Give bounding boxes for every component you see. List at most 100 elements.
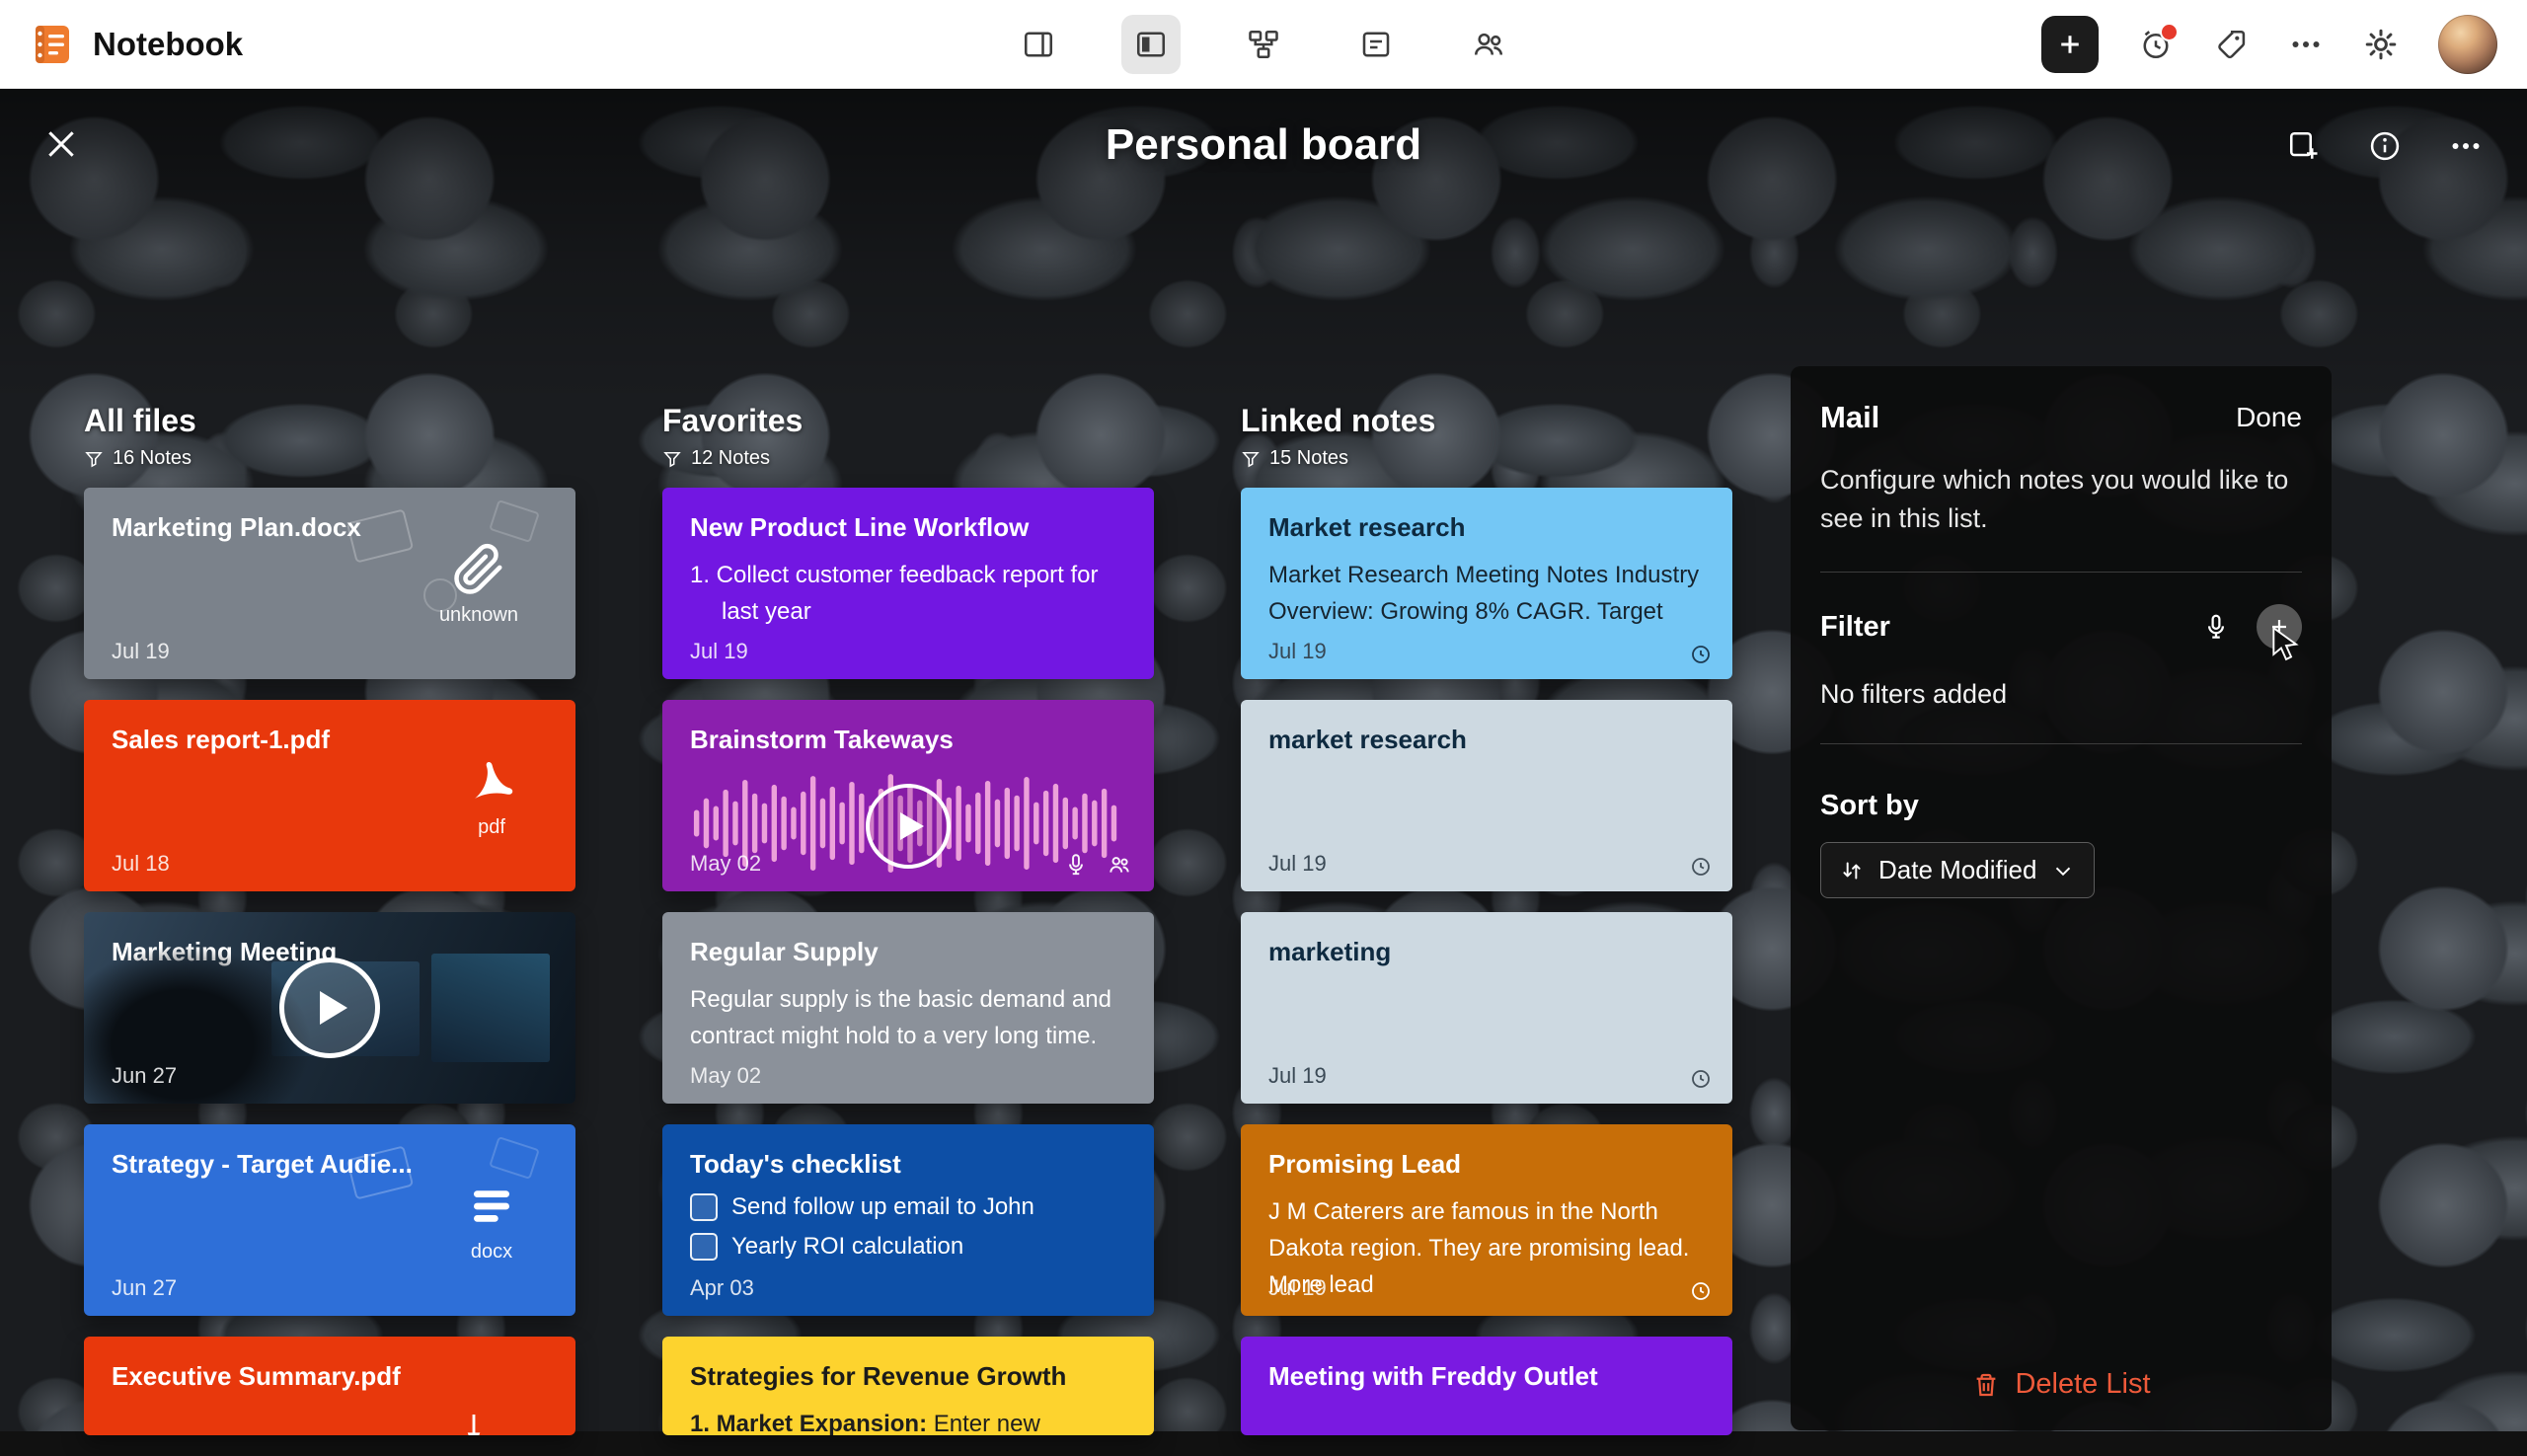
note-date: May 02 [690, 1063, 761, 1089]
sort-value: Date Modified [1878, 855, 2036, 885]
done-button[interactable]: Done [2236, 402, 2302, 433]
trash-icon [1971, 1370, 2001, 1400]
note-date: Jul 19 [112, 639, 170, 664]
more-options-button[interactable] [2288, 27, 2324, 62]
ellipsis-icon [2448, 128, 2484, 164]
app-title: Notebook [93, 26, 243, 63]
note-date: Jun 27 [112, 1063, 177, 1089]
column-filter-count[interactable]: 16 Notes [84, 447, 575, 470]
note-card[interactable]: Sales report-1.pdf pdf Jul 18 [84, 700, 575, 891]
note-date: Jul 19 [1268, 639, 1327, 664]
note-card[interactable]: Regular Supply Regular supply is the bas… [662, 912, 1154, 1104]
panel-description: Configure which notes you would like to … [1820, 461, 2302, 538]
view-people-icon[interactable] [1459, 15, 1518, 74]
sort-arrows-icon [1839, 858, 1865, 883]
view-switcher [1009, 15, 1518, 74]
view-panel-icon[interactable] [1009, 15, 1068, 74]
checkbox[interactable] [690, 1193, 718, 1221]
note-title: Meeting with Freddy Outlet [1268, 1360, 1705, 1394]
personal-board: Personal board All files [0, 89, 2527, 1431]
tags-button[interactable] [2213, 27, 2249, 62]
audio-note-card[interactable]: Brainstorm Takeways May 02 [662, 700, 1154, 891]
notebook-logo-icon [30, 22, 75, 67]
note-card[interactable]: Strategies for Revenue Growth 1. Market … [662, 1337, 1154, 1435]
play-button[interactable] [866, 784, 951, 869]
column-all-files: All files 16 Notes Marketing Plan.docx u… [84, 403, 575, 1456]
reminders-button[interactable] [2138, 27, 2174, 62]
collaborators-icon [1107, 852, 1132, 878]
plus-icon [2055, 30, 2085, 59]
topbar-actions [2041, 15, 2497, 74]
note-card[interactable]: Market research Market Research Meeting … [1241, 488, 1732, 679]
view-flow-icon[interactable] [1234, 15, 1293, 74]
board-more-button[interactable] [2448, 128, 2484, 164]
sort-dropdown[interactable]: Date Modified [1820, 842, 2095, 898]
note-date: Jul 19 [690, 639, 748, 664]
mic-icon [2201, 612, 2231, 642]
filter-label: Filter [1820, 611, 1890, 644]
note-card[interactable]: Meeting with Freddy Outlet [1241, 1337, 1732, 1435]
reminder-clock-icon [1689, 1279, 1713, 1303]
gear-icon [2363, 27, 2399, 62]
note-body-strong: 1. Market Expansion: [690, 1411, 927, 1435]
panel-header: Mail Done [1820, 400, 2302, 435]
pdf-icon [465, 755, 518, 808]
new-note-button[interactable] [2041, 16, 2099, 73]
board-title: Personal board [0, 120, 2527, 170]
filter-section: Filter [1820, 604, 2302, 650]
board-info-button[interactable] [2367, 128, 2403, 164]
note-count: 12 Notes [691, 447, 770, 470]
audio-card-icons [1063, 852, 1132, 878]
file-type-badge: unknown [439, 543, 518, 627]
note-date: Jul 19 [1268, 1275, 1327, 1301]
ellipsis-icon [2288, 27, 2324, 62]
voice-filter-button[interactable] [2201, 612, 2231, 642]
note-count: 16 Notes [113, 447, 191, 470]
checklist-item[interactable]: Yearly ROI calculation [690, 1233, 1126, 1261]
user-avatar[interactable] [2438, 15, 2497, 74]
delete-list-button[interactable]: Delete List [1820, 1368, 2302, 1401]
note-title: market research [1268, 724, 1705, 757]
add-filter-button[interactable] [2257, 604, 2302, 650]
chevron-down-icon [2050, 858, 2076, 883]
note-date: Jul 19 [1268, 1063, 1327, 1089]
file-type-badge: docx [465, 1180, 518, 1264]
note-card[interactable]: Promising Lead J M Caterers are famous i… [1241, 1124, 1732, 1316]
view-board-icon[interactable] [1121, 15, 1181, 74]
sort-by-label: Sort by [1820, 790, 2302, 822]
delete-list-label: Delete List [2015, 1368, 2150, 1401]
settings-button[interactable] [2363, 27, 2399, 62]
note-card[interactable]: Marketing Plan.docx unknown Jul 19 [84, 488, 575, 679]
note-body: 1. Collect customer feedback report for … [690, 557, 1126, 630]
note-card[interactable]: Executive Summary.pdf [84, 1337, 575, 1435]
tag-icon [2213, 27, 2249, 62]
mic-icon [1063, 852, 1089, 878]
note-title: Executive Summary.pdf [112, 1360, 548, 1394]
info-icon [2367, 128, 2403, 164]
note-title: Promising Lead [1268, 1148, 1705, 1182]
play-button[interactable] [279, 958, 380, 1058]
reminder-clock-icon [1689, 643, 1713, 666]
video-thumbnail [431, 954, 550, 1062]
video-note-card[interactable]: Marketing Meeting Jun 27 [84, 912, 575, 1104]
column-filter-count[interactable]: 12 Notes [662, 447, 1154, 470]
note-body: Regular supply is the basic demand and c… [690, 981, 1126, 1054]
view-notes-icon[interactable] [1346, 15, 1406, 74]
note-card[interactable]: market research Jul 19 [1241, 700, 1732, 891]
note-card[interactable]: Strategy - Target Audie... docx Jun 27 [84, 1124, 575, 1316]
checkbox[interactable] [690, 1233, 718, 1261]
add-list-button[interactable] [2286, 128, 2322, 164]
checklist-item-label: Send follow up email to John [731, 1193, 1034, 1221]
note-body: J M Caterers are famous in the North Dak… [1268, 1193, 1705, 1304]
checklist-note-card[interactable]: Today's checklist Send follow up email t… [662, 1124, 1154, 1316]
checklist-item[interactable]: Send follow up email to John [690, 1193, 1126, 1221]
column-title: Linked notes [1241, 403, 1732, 439]
note-card[interactable]: New Product Line Workflow 1. Collect cus… [662, 488, 1154, 679]
board-header: Personal board [0, 89, 2527, 227]
note-card[interactable]: marketing Jul 19 [1241, 912, 1732, 1104]
note-body: Market Research Meeting Notes Industry O… [1268, 557, 1705, 630]
app-logo[interactable]: Notebook [30, 22, 243, 67]
column-filter-count[interactable]: 15 Notes [1241, 447, 1732, 470]
note-date: Jul 19 [1268, 851, 1327, 877]
note-title: Marketing Plan.docx [112, 511, 548, 545]
